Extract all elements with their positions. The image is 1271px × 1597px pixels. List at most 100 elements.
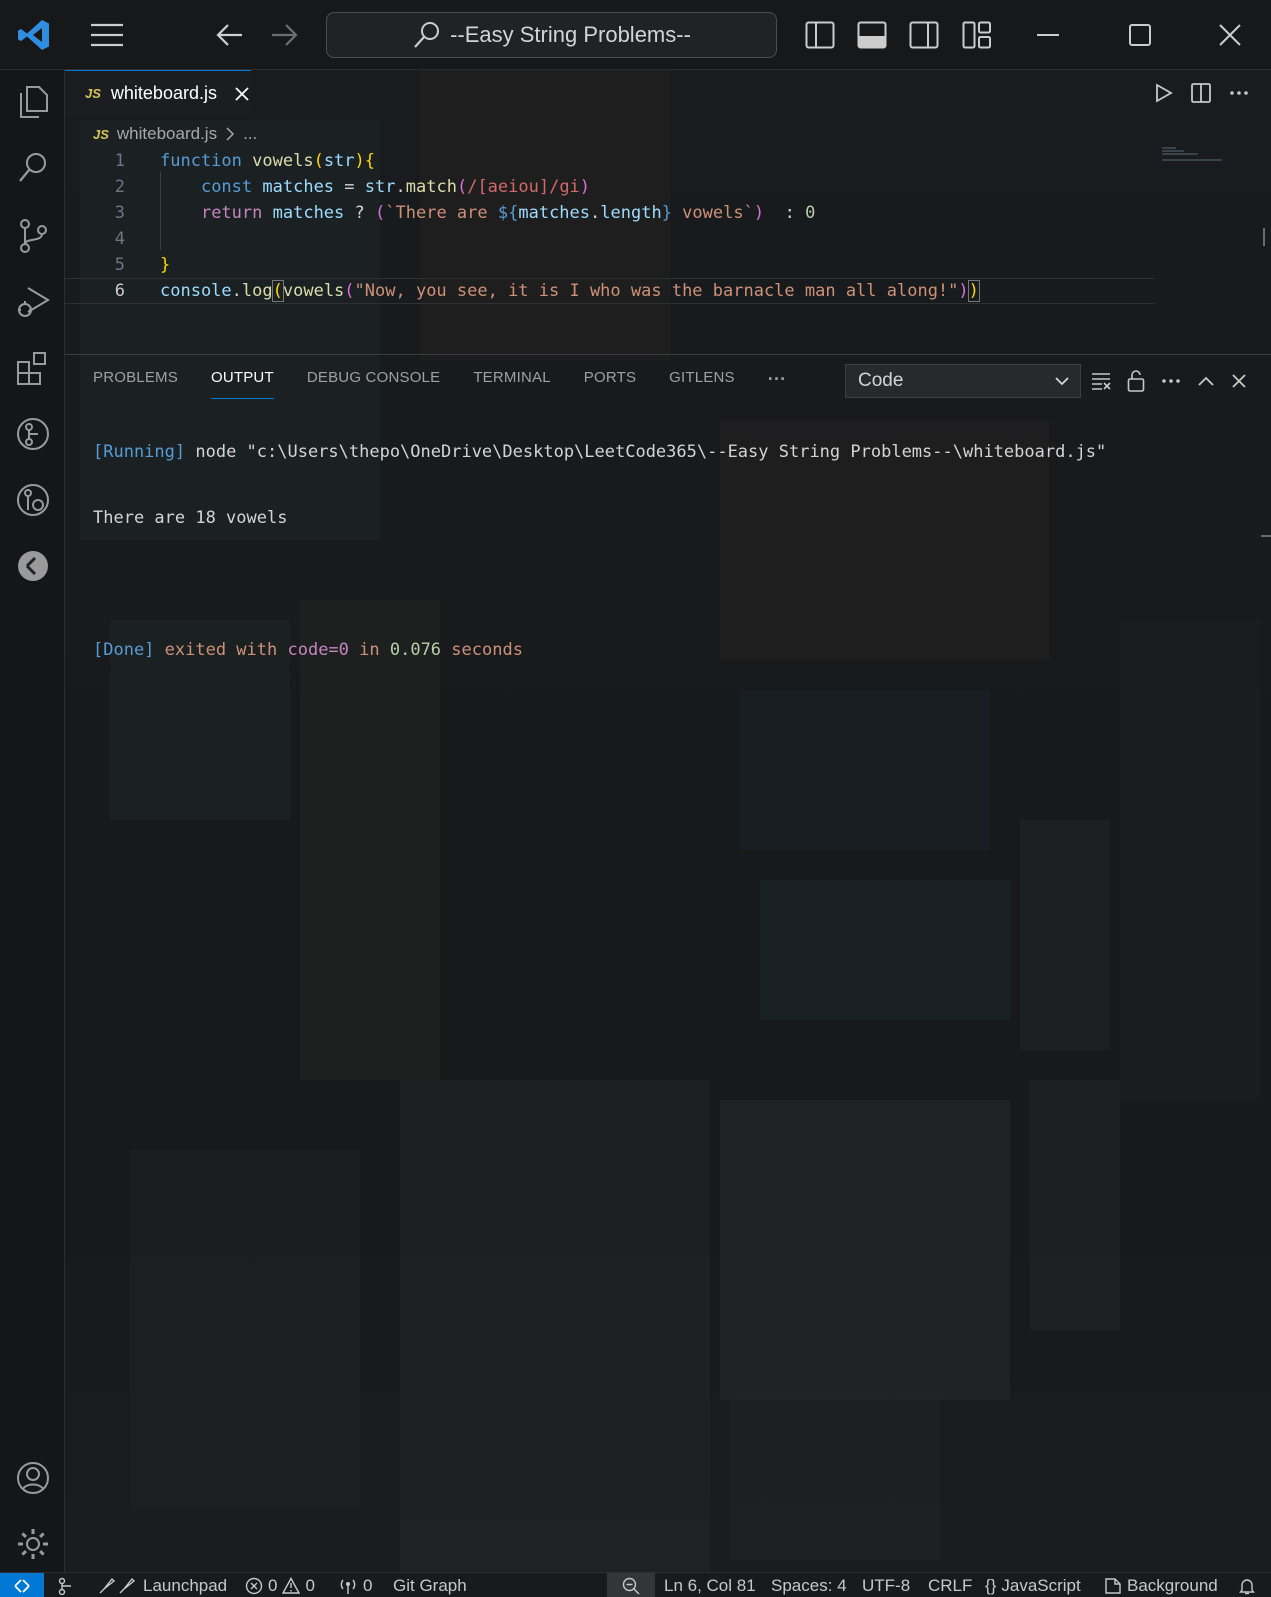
code-text: return matches ? (`There are ${matches.l… (200, 203, 816, 223)
explorer-icon[interactable] (0, 72, 65, 132)
fn-vowels: vowels (252, 151, 314, 171)
code-editor[interactable]: 1 function vowels(str){ 2 const matches … (65, 148, 1155, 348)
editor-tabs: JS whiteboard.js (65, 70, 1271, 116)
eol-status[interactable]: CRLF (928, 1573, 972, 1597)
line-number: 6 (114, 281, 125, 301)
accounts-icon[interactable] (0, 1448, 65, 1508)
output-line-result: There are 18 vowels (93, 508, 288, 528)
js-file-icon: JS (85, 86, 101, 101)
language-status[interactable]: {} JavaScript (985, 1573, 1081, 1597)
code-line: 4 (65, 226, 1155, 252)
back-arrow-icon[interactable] (210, 0, 250, 70)
problems-status[interactable]: 0 0 (245, 1573, 315, 1597)
chevron-down-icon (1054, 373, 1070, 389)
tab-problems[interactable]: PROBLEMS (93, 369, 178, 399)
lock-scroll-icon[interactable] (1127, 370, 1145, 392)
background-icon (1104, 1577, 1122, 1595)
zoom-out-icon (622, 1577, 640, 1595)
maximize-icon[interactable] (1120, 0, 1160, 70)
panel-scrollbar[interactable] (1261, 535, 1271, 537)
activity-bar (0, 70, 65, 1572)
indentation-status[interactable]: Spaces: 4 (771, 1573, 847, 1597)
git-graph-status[interactable]: Git Graph (393, 1573, 467, 1597)
code-text: const matches = str.match(/[aeiou]/gi) (200, 177, 591, 197)
line-number: 4 (114, 229, 125, 249)
settings-gear-icon[interactable] (0, 1514, 65, 1574)
output-line-done: [Done] exited with code=0 in 0.076 secon… (93, 640, 523, 660)
close-panel-icon[interactable] (1231, 373, 1247, 389)
tab-output[interactable]: OUTPUT (210, 369, 274, 399)
editor-scrollbar[interactable] (1263, 228, 1271, 246)
code-text: function vowels(str){ (160, 151, 376, 171)
command-center-search[interactable]: --Easy String Problems-- (326, 12, 777, 58)
more-actions-icon[interactable] (1229, 90, 1249, 96)
search-icon[interactable] (0, 138, 65, 198)
panel-more-tabs[interactable]: ··· (768, 369, 787, 399)
background-status[interactable]: Background (1104, 1573, 1218, 1597)
broadcast-icon (338, 1577, 358, 1595)
output-channel-select[interactable]: Code (845, 364, 1081, 398)
output-content[interactable]: [Running] node "c:\Users\thepo\OneDrive\… (93, 399, 1106, 703)
panel-actions (1091, 364, 1247, 398)
search-icon (412, 20, 442, 50)
tab-terminal[interactable]: TERMINAL (473, 369, 550, 399)
run-debug-icon[interactable] (0, 272, 65, 332)
breadcrumb: JS whiteboard.js ... (93, 122, 257, 146)
tab-whiteboard-js[interactable]: JS whiteboard.js (65, 70, 251, 116)
panel-more-icon[interactable] (1161, 378, 1181, 384)
bottom-panel: PROBLEMS OUTPUT DEBUG CONSOLE TERMINAL P… (65, 354, 1271, 1572)
line-number: 3 (114, 203, 125, 223)
close-tab-icon[interactable] (235, 86, 249, 101)
tab-gitlens[interactable]: GITLENS (669, 369, 735, 399)
source-control-icon[interactable] (0, 206, 65, 266)
breadcrumb-file[interactable]: whiteboard.js (117, 124, 217, 144)
code-text: console.log(vowels("Now, you see, it is … (160, 280, 980, 302)
forward-arrow-icon[interactable] (264, 0, 304, 70)
customize-layout-icon[interactable] (957, 0, 997, 70)
minimize-icon[interactable] (1030, 0, 1066, 70)
run-code-icon[interactable] (1155, 83, 1173, 103)
warning-count: 0 (305, 1575, 315, 1595)
toggle-primary-sidebar-icon[interactable] (800, 0, 840, 70)
rocket-icon (98, 1577, 138, 1595)
git-graph-icon[interactable] (0, 470, 65, 530)
encoding-status[interactable]: UTF-8 (862, 1573, 910, 1597)
error-icon (245, 1577, 263, 1595)
output-channel-value: Code (858, 370, 904, 391)
notifications-bell-icon[interactable] (1238, 1573, 1256, 1597)
code-line: 5 } (65, 252, 1155, 278)
extensions-icon[interactable] (0, 338, 65, 398)
tab-debug-console[interactable]: DEBUG CONSOLE (307, 369, 440, 399)
paren: ( (313, 151, 324, 171)
remote-indicator-icon[interactable] (0, 1573, 44, 1597)
code-line: 1 function vowels(str){ (65, 148, 1155, 174)
split-editor-icon[interactable] (1191, 83, 1211, 103)
tab-ports[interactable]: PORTS (584, 369, 636, 399)
toggle-panel-icon[interactable] (852, 0, 892, 70)
git-lens-icon[interactable] (0, 404, 65, 464)
ports-status[interactable]: 0 (338, 1573, 372, 1597)
code-line: 3 return matches ? (`There are ${matches… (65, 200, 1155, 226)
param-str: str (323, 151, 355, 171)
breadcrumb-more[interactable]: ... (243, 124, 257, 144)
git-lens-status-icon[interactable] (56, 1573, 74, 1597)
indent-guide (160, 172, 161, 250)
menu-icon[interactable] (85, 0, 129, 70)
close-window-icon[interactable] (1210, 0, 1250, 70)
remote-explorer-icon[interactable] (0, 536, 65, 596)
minimap[interactable] (1162, 146, 1242, 166)
maximize-panel-icon[interactable] (1197, 375, 1215, 387)
code-line-current: 6 console.log(vowels("Now, you see, it i… (65, 278, 1155, 304)
panel-tabs: PROBLEMS OUTPUT DEBUG CONSOLE TERMINAL P… (93, 369, 786, 399)
search-text: --Easy String Problems-- (450, 22, 691, 47)
cursor-position[interactable]: Ln 6, Col 81 (664, 1573, 756, 1597)
launchpad-status[interactable]: Launchpad (98, 1573, 227, 1597)
zoom-status[interactable] (607, 1573, 655, 1597)
clear-output-icon[interactable] (1091, 372, 1111, 390)
line-number: 5 (114, 255, 125, 275)
background-label: Background (1127, 1575, 1218, 1595)
toggle-secondary-sidebar-icon[interactable] (904, 0, 944, 70)
launchpad-label: Launchpad (143, 1575, 228, 1595)
code-text: } (160, 255, 171, 275)
line-number: 1 (114, 151, 125, 171)
